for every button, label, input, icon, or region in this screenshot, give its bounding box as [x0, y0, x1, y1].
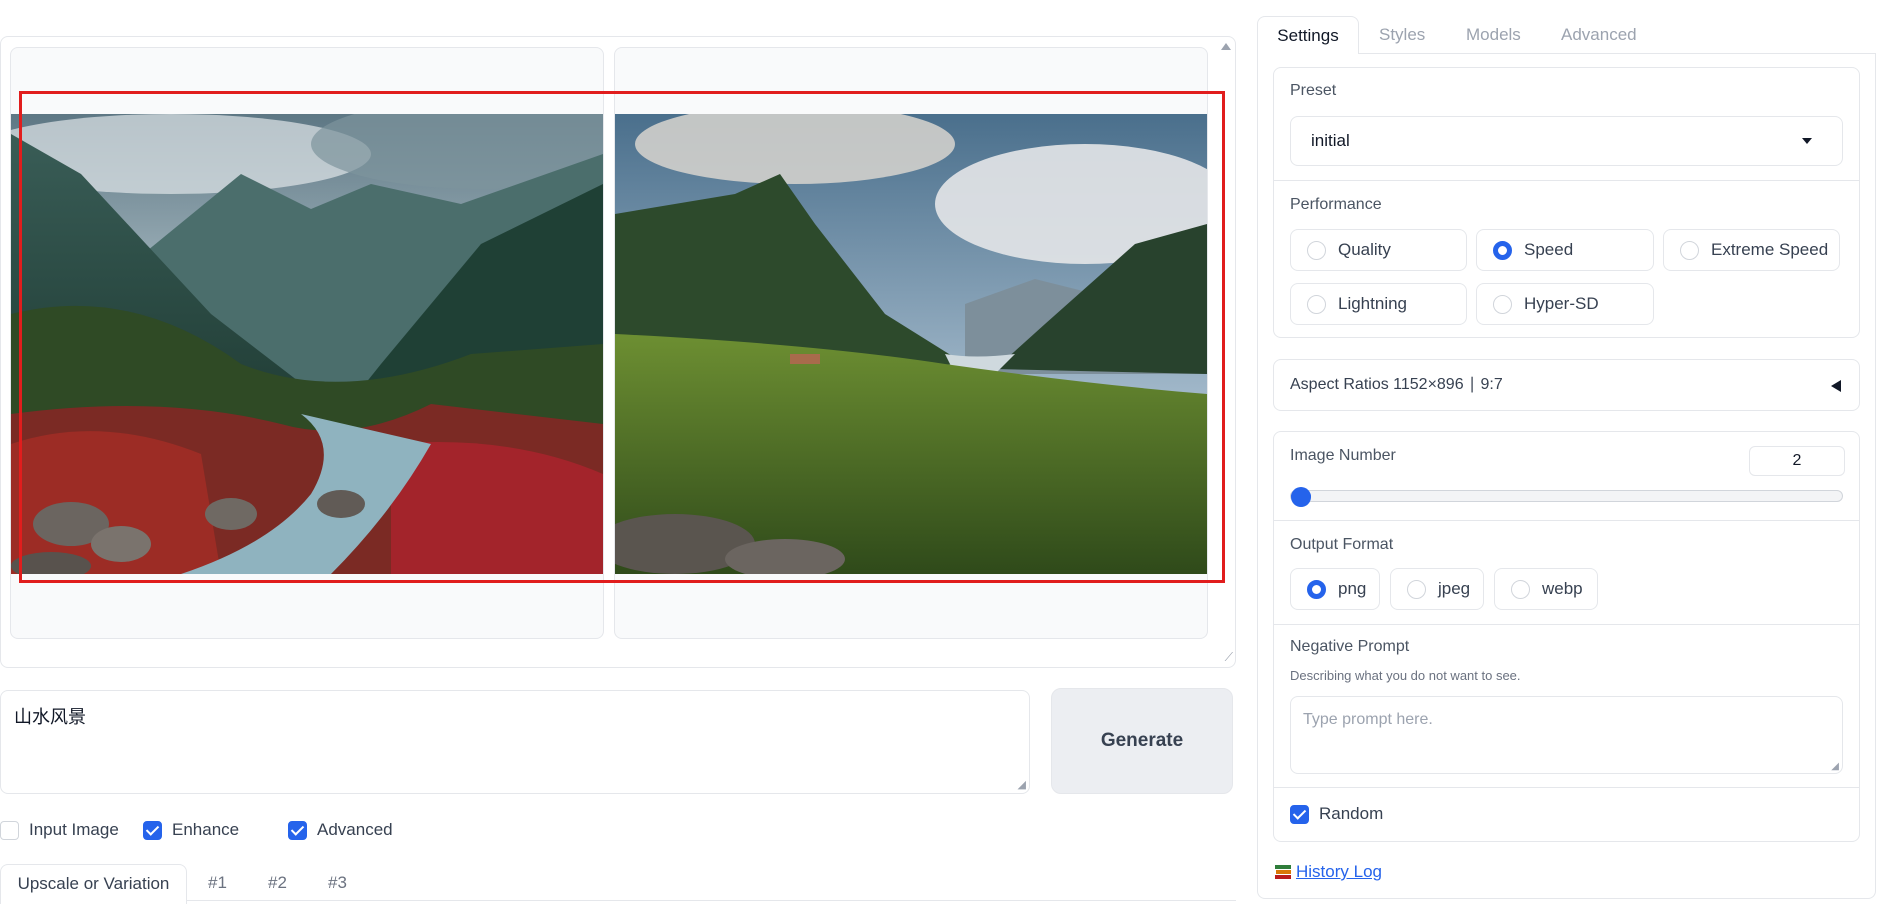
format-jpeg[interactable]: jpeg [1390, 568, 1484, 610]
enhance-option[interactable]: Enhance [143, 818, 239, 842]
radio-extreme-speed[interactable] [1680, 240, 1699, 260]
image-number-slider[interactable] [1290, 490, 1843, 502]
performance-quality[interactable]: Quality [1290, 229, 1467, 271]
gallery-scrollbar[interactable]: ⟋ [1219, 41, 1233, 665]
generated-image-2[interactable] [615, 114, 1207, 574]
prompt-input[interactable]: 山水风景 ◢ [0, 690, 1030, 794]
performance-extreme-speed-label: Extreme Speed [1711, 240, 1829, 259]
random-label: Random [1319, 804, 1384, 823]
advanced-label: Advanced [317, 820, 393, 839]
image-number-label: Image Number [1290, 447, 1396, 464]
chevron-down-icon[interactable] [1802, 138, 1812, 144]
gallery-thumbnail-2[interactable] [614, 47, 1208, 639]
generation-options-group: Image Number 2 Output Format png jpeg we… [1273, 431, 1860, 842]
books-icon [1275, 865, 1291, 879]
negative-prompt-hint: Describing what you do not want to see. [1290, 668, 1521, 683]
negative-prompt-label: Negative Prompt [1290, 638, 1410, 655]
slider-handle[interactable] [1291, 487, 1311, 507]
tab-upscale-or-variation[interactable]: Upscale or Variation [0, 864, 187, 904]
format-jpeg-label: jpeg [1438, 579, 1471, 598]
tab-advanced[interactable]: Advanced [1561, 16, 1637, 54]
enhance-label: Enhance [172, 820, 240, 839]
performance-speed[interactable]: Speed [1476, 229, 1654, 271]
random-option[interactable]: Random [1290, 804, 1383, 824]
resize-grip-icon[interactable]: ⟋ [1225, 651, 1233, 663]
radio-quality[interactable] [1307, 240, 1326, 260]
generated-image-1[interactable] [11, 114, 603, 574]
history-log-link[interactable]: History Log [1296, 862, 1382, 882]
performance-hyper-sd[interactable]: Hyper-SD [1476, 283, 1654, 325]
format-webp-label: webp [1542, 579, 1583, 598]
performance-hyper-sd-label: Hyper-SD [1524, 294, 1599, 313]
resize-grip-icon[interactable]: ◢ [1018, 778, 1026, 791]
performance-label: Performance [1290, 196, 1382, 213]
random-checkbox[interactable] [1290, 804, 1309, 824]
input-image-label: Input Image [29, 820, 119, 839]
preset-dropdown[interactable]: initial [1290, 116, 1843, 166]
input-image-checkbox[interactable] [0, 820, 19, 840]
radio-lightning[interactable] [1307, 294, 1326, 314]
format-webp[interactable]: webp [1494, 568, 1598, 610]
radio-webp[interactable] [1511, 579, 1530, 599]
advanced-checkbox[interactable] [288, 820, 307, 840]
negative-prompt-input[interactable]: Type prompt here. ◢ [1290, 696, 1843, 774]
preset-label: Preset [1290, 82, 1337, 99]
scroll-up-icon[interactable] [1221, 43, 1231, 50]
negative-prompt-placeholder: Type prompt here. [1303, 711, 1433, 728]
advanced-option[interactable]: Advanced [288, 818, 393, 842]
preset-performance-group: Preset initial Performance Quality Speed… [1273, 67, 1860, 338]
tab-3[interactable]: #3 [328, 864, 347, 904]
radio-hyper-sd[interactable] [1493, 294, 1512, 314]
preset-value: initial [1311, 131, 1350, 150]
output-format-label: Output Format [1290, 536, 1394, 553]
radio-jpeg[interactable] [1407, 579, 1426, 599]
history-log[interactable]: History Log [1274, 862, 1382, 882]
triangle-left-icon[interactable] [1831, 380, 1841, 392]
settings-tabs: Settings Styles Models Advanced [1257, 16, 1877, 54]
tab-styles[interactable]: Styles [1379, 16, 1425, 54]
tab-models[interactable]: Models [1466, 16, 1521, 54]
performance-quality-label: Quality [1338, 240, 1391, 259]
performance-extreme-speed[interactable]: Extreme Speed [1663, 229, 1840, 271]
format-png[interactable]: png [1290, 568, 1380, 610]
prompt-text: 山水风景 [14, 707, 86, 727]
radio-png[interactable] [1307, 579, 1326, 599]
image-number-input[interactable]: 2 [1749, 446, 1845, 476]
format-png-label: png [1338, 579, 1367, 598]
input-image-option[interactable]: Input Image [0, 818, 119, 842]
tab-settings[interactable]: Settings [1257, 16, 1359, 54]
aspect-ratios-label: Aspect Ratios 1152×896 ∣ 9:7 [1290, 376, 1503, 393]
performance-lightning-label: Lightning [1338, 294, 1408, 313]
radio-speed[interactable] [1493, 240, 1512, 260]
tab-1[interactable]: #1 [208, 864, 227, 904]
performance-lightning[interactable]: Lightning [1290, 283, 1467, 325]
bottom-tabs: Upscale or Variation #1 #2 #3 [0, 864, 1236, 904]
image-gallery: ⟋ [0, 36, 1236, 668]
performance-speed-label: Speed [1524, 240, 1574, 259]
tab-2[interactable]: #2 [268, 864, 287, 904]
aspect-ratios-accordion[interactable]: Aspect Ratios 1152×896 ∣ 9:7 [1273, 359, 1860, 411]
enhance-checkbox[interactable] [143, 820, 162, 840]
generate-button[interactable]: Generate [1051, 688, 1233, 794]
resize-grip-icon[interactable]: ◢ [1831, 761, 1839, 772]
gallery-thumbnail-1[interactable] [10, 47, 604, 639]
